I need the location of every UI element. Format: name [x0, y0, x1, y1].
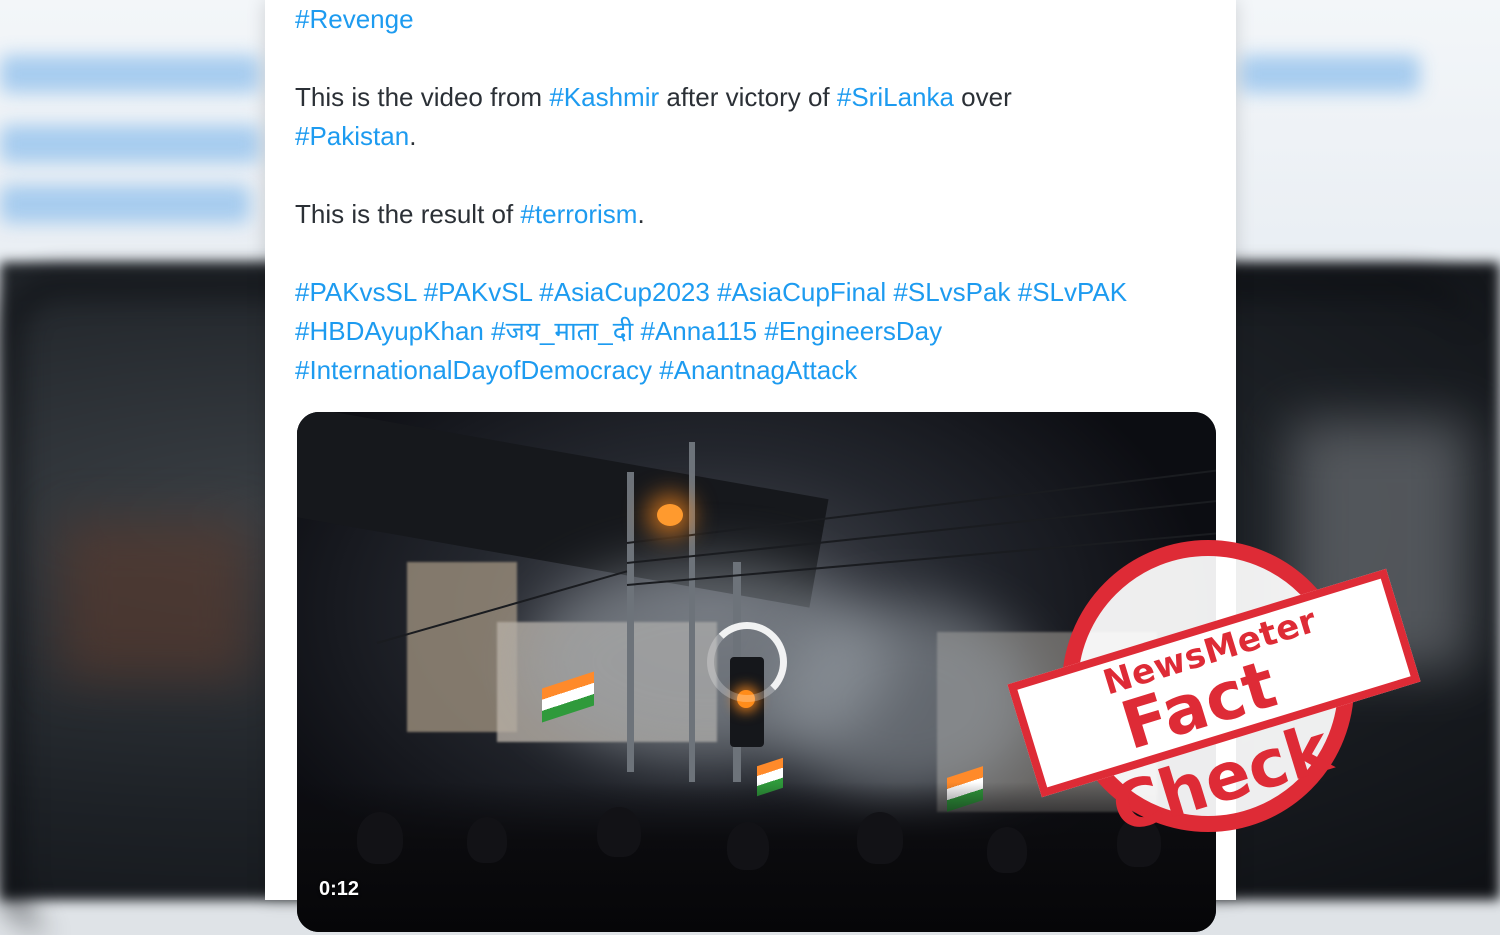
loading-spinner-icon — [707, 622, 787, 702]
video-scene-person — [727, 822, 769, 870]
blurred-text — [0, 125, 260, 163]
hashtag-link[interactable]: #SriLanka — [837, 82, 954, 112]
hashtag-link[interactable]: #AnantnagAttack — [659, 355, 857, 385]
video-scene-streetlight — [657, 504, 683, 526]
video-scene-person — [357, 812, 403, 864]
video-scene-person — [857, 812, 903, 864]
video-timestamp: 0:12 — [319, 878, 360, 900]
tweet-text-span: . — [409, 121, 417, 151]
hashtag-link[interactable]: #HBDAyupKhan — [295, 316, 484, 346]
blurred-background-detail — [60, 520, 250, 680]
hashtag-link[interactable]: #PAKvSL — [424, 277, 532, 307]
hashtag-line: #InternationalDayofDemocracy #AnantnagAt… — [295, 351, 1215, 390]
video-scene-person — [987, 827, 1027, 873]
hashtag-link[interactable]: #AsiaCupFinal — [717, 277, 886, 307]
hashtag-link[interactable]: #AsiaCup2023 — [539, 277, 710, 307]
hashtag-link[interactable]: #PAKvsSL — [295, 277, 416, 307]
video-scene-pole — [627, 472, 634, 772]
tweet-paragraph: This is the video from #Kashmir after vi… — [295, 78, 1215, 156]
tweet-text-span: This is the result of — [295, 199, 521, 229]
video-scene-person — [467, 817, 507, 863]
hashtag-link[interactable]: #जय_माता_दी — [491, 316, 633, 346]
blurred-text — [0, 185, 250, 223]
tweet-text-span: over — [953, 82, 1012, 112]
tweet-text-span: after victory of — [659, 82, 837, 112]
blurred-text — [1240, 55, 1420, 93]
tweet-text: #Revenge This is the video from #Kashmir… — [295, 0, 1215, 390]
hashtag-link[interactable]: #Anna115 — [640, 316, 757, 346]
hashtag-link[interactable]: #SLvPAK — [1018, 277, 1127, 307]
hashtag-link[interactable]: #EngineersDay — [764, 316, 942, 346]
hashtag-line: #HBDAyupKhan #जय_माता_दी #Anna115 #Engin… — [295, 312, 1215, 351]
hashtag-link[interactable]: #InternationalDayofDemocracy — [295, 355, 652, 385]
hashtag-line: #PAKvsSL #PAKvSL #AsiaCup2023 #AsiaCupFi… — [295, 273, 1215, 312]
video-scene-pole — [689, 442, 695, 782]
tweet-text-span: . — [637, 199, 645, 229]
video-scene-person — [597, 807, 641, 857]
hashtag-link[interactable]: #Pakistan — [295, 121, 409, 151]
video-scene-smoke — [777, 602, 1037, 802]
hashtag-link[interactable]: #terrorism — [520, 199, 637, 229]
hashtag-link[interactable]: #Revenge — [295, 4, 414, 34]
tweet-text-span: This is the video from — [295, 82, 550, 112]
hashtag-link[interactable]: #Kashmir — [549, 82, 659, 112]
tweet-paragraph: This is the result of #terrorism. — [295, 195, 1215, 234]
hashtag-link[interactable]: #SLvsPak — [893, 277, 1010, 307]
blurred-text — [0, 55, 260, 93]
